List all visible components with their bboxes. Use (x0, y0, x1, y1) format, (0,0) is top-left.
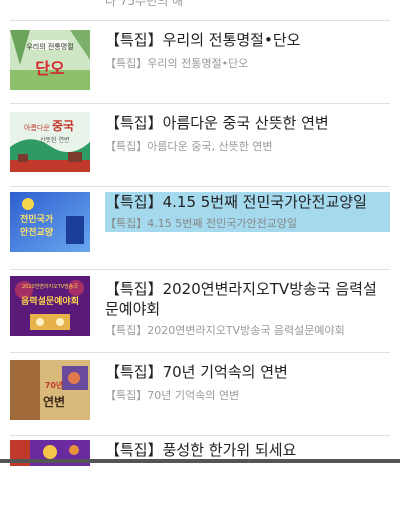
list-item-title[interactable]: 【특집】아름다운 중국 산뜻한 연변 (105, 113, 390, 133)
list-item-text[interactable]: 【특집】4.15 5번째 전민국가안전교양일 【특집】4.15 5번째 전민국가… (105, 192, 390, 232)
list-item-subtitle: 【특집】우리의 전통명절•단오 (105, 57, 249, 70)
thumb-text: 단오 (35, 59, 65, 78)
dano-festival-thumbnail[interactable]: 우리의 전통명절 단오 (10, 30, 90, 90)
list-item-text[interactable]: 【특집】70년 기억속의 연변 【특집】70년 기억속의 연변 (105, 362, 390, 404)
list-item-subtitle: 【특집】70년 기억속의 연변 (105, 389, 240, 402)
beautiful-china-thumbnail[interactable]: 아름다운 중국 산뜻한 연변 (10, 112, 90, 172)
list-item-subtitle: 다 75주년의 해 (105, 0, 184, 8)
list-item-text[interactable]: 【특집】풍성한 한가위 되세요 (105, 440, 390, 460)
list-item-subtitle: 【특집】4.15 5번째 전민국가안전교양일 (105, 217, 298, 230)
list-item-text[interactable]: 【특집】2020연변라지오TV방송국 음력설문예야회 【특집】2020연변라지오… (105, 279, 390, 339)
svg-text:우리의 전통명절: 우리의 전통명절 (26, 42, 73, 51)
new-year-gala-thumbnail[interactable]: 2020연변라지오TV방송국 음력설문예야회 (10, 276, 90, 336)
svg-text:2020연변라지오TV방송국: 2020연변라지오TV방송국 (22, 283, 78, 290)
list-item-title[interactable]: 【특집】풍성한 한가위 되세요 (105, 440, 390, 460)
list-item-text[interactable]: 【특집】우리의 전통명절•단오 【특집】우리의 전통명절•단오 (105, 30, 390, 72)
svg-text:전민국가: 전민국가 (20, 213, 54, 225)
svg-text:산뜻한 연변: 산뜻한 연변 (40, 136, 70, 144)
svg-text:70년: 70년 (45, 380, 64, 390)
thumb-text: 음력설문예야회 (21, 295, 79, 307)
list-item[interactable]: 전민국가 안전교양 【특집】4.15 5번째 전민국가안전교양일 【특집】4.1… (10, 187, 390, 270)
list-item[interactable]: 우리의 전통명절 단오 【특집】우리의 전통명절•단오 【특집】우리의 전통명절… (10, 21, 390, 104)
list-item[interactable]: 아름다운 중국 산뜻한 연변 【특집】아름다운 중국 산뜻한 연변 【특집】아름… (10, 104, 390, 187)
list-item-title[interactable]: 【특집】4.15 5번째 전민국가안전교양일 (105, 192, 390, 212)
list-item-subtitle: 【특집】2020연변라지오TV방송국 음력설문예야회 (105, 324, 345, 337)
thumb-text: 연변 (43, 394, 65, 409)
national-security-thumbnail[interactable]: 전민국가 안전교양 (10, 192, 90, 252)
list-item-title[interactable]: 【특집】2020연변라지오TV방송국 음력설문예야회 (105, 279, 390, 319)
list-item-title[interactable]: 【특집】70년 기억속의 연변 (105, 362, 390, 382)
svg-text:아름다운: 아름다운 (24, 123, 50, 132)
list-item[interactable]: 70년 연변 【특집】70년 기억속의 연변 【특집】70년 기억속의 연변 (10, 353, 390, 436)
thumb-text: 중국 (52, 119, 74, 133)
list-item[interactable]: 【특집】풍성한 한가위 되세요 (10, 436, 390, 518)
svg-text:안전교양: 안전교양 (20, 226, 54, 238)
list-item[interactable]: 2020연변라지오TV방송국 음력설문예야회 【특집】2020연변라지오TV방송… (10, 270, 390, 353)
horizontal-scrollbar[interactable] (0, 459, 400, 463)
list-item-text[interactable]: 【특집】아름다운 중국 산뜻한 연변 【특집】아름다운 중국, 산뜻한 연변 (105, 113, 390, 155)
list-item-subtitle: 【특집】아름다운 중국, 산뜻한 연변 (105, 140, 273, 153)
list-item[interactable]: 다 75주년의 해 (10, 0, 390, 21)
list-item-title[interactable]: 【특집】우리의 전통명절•단오 (105, 30, 390, 50)
yanbian-70-thumbnail[interactable]: 70년 연변 (10, 360, 90, 420)
